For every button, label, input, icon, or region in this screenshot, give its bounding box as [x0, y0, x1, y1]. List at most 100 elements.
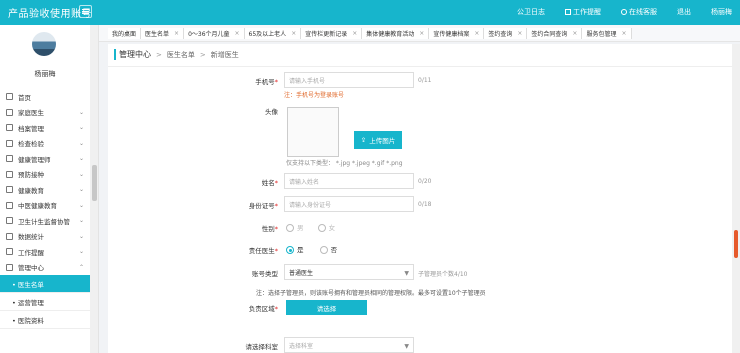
tab-service-package[interactable]: 服务包管理 ×	[582, 28, 632, 39]
sidebar-item-health-manager[interactable]: 健康管理师 ⌄	[0, 151, 90, 167]
top-nav-reminder[interactable]: 工作提醒	[565, 7, 601, 17]
breadcrumb-item[interactable]: 医生名单	[167, 50, 195, 60]
breadcrumb-root[interactable]: 管理中心	[119, 49, 151, 60]
tab-bulletin[interactable]: 宣传栏更新记录 ×	[301, 28, 363, 39]
top-nav-label: 工作提醒	[573, 8, 601, 16]
sidebar-item-test[interactable]: 检查检验 ⌄	[0, 136, 90, 152]
avatar-preview[interactable]	[287, 107, 339, 157]
close-icon[interactable]: ×	[291, 30, 296, 37]
close-icon[interactable]: ×	[621, 30, 626, 37]
region-select-button[interactable]: 请选择	[286, 300, 367, 315]
id-card-input[interactable]: 请输入身份证号	[284, 196, 414, 212]
gender-male-radio[interactable]: 男	[286, 224, 304, 232]
chevron-down-icon: ⌄	[78, 155, 84, 163]
top-nav-user[interactable]: 杨丽梅	[711, 7, 732, 17]
responsible-doctor-label-text: 责任医生	[248, 247, 275, 255]
id-card-counter: 0/18	[418, 201, 432, 208]
radio-icon	[317, 224, 326, 232]
tab-label: 65及以上老人	[248, 31, 287, 38]
close-icon[interactable]: ×	[419, 30, 424, 37]
content-scrollbar[interactable]	[732, 44, 740, 353]
top-nav-log[interactable]: 公卫日志	[517, 7, 545, 17]
top-nav: 公卫日志 工作提醒 在线客服 退出 杨丽梅	[497, 7, 732, 17]
tab-label: 宣传健康档案	[433, 31, 470, 38]
tab-desktop[interactable]: 我的桌面	[108, 28, 142, 39]
radio-label: 女	[328, 224, 336, 232]
avatar[interactable]	[32, 32, 56, 56]
education-icon	[6, 186, 13, 194]
sidebar-subitem-doctor-list[interactable]: • 医生名单	[0, 275, 90, 293]
breadcrumb-item-current: 新增医生	[210, 50, 239, 59]
settings-icon	[6, 263, 13, 271]
chevron-down-icon: ⌄	[78, 186, 84, 194]
phone-label-text: 手机号	[255, 78, 275, 86]
avatar-hint: 仅支持以下类型： *.jpg *.jpeg *.gif *.png	[286, 160, 403, 167]
tab-contract-query[interactable]: 签约查询 ×	[484, 28, 528, 39]
tab-elderly[interactable]: 65及以上老人 ×	[244, 28, 302, 39]
name-input[interactable]: 请输入姓名	[284, 173, 414, 189]
breadcrumb-separator: >	[156, 50, 162, 59]
close-icon[interactable]: ×	[174, 30, 179, 37]
account-type-value: 普通医生	[289, 269, 314, 277]
tab-contract-doc-query[interactable]: 签约合同查询 ×	[527, 28, 583, 39]
region-label: 负责区域*	[218, 303, 278, 313]
chevron-down-icon: ▼	[404, 343, 409, 350]
tab-label: 我的桌面	[112, 31, 137, 38]
tab-group-education[interactable]: 集体健康教育活动 ×	[362, 28, 430, 39]
gender-female-radio[interactable]: 女	[317, 224, 336, 232]
id-card-label: 身份证号*	[218, 200, 278, 210]
sidebar-item-management[interactable]: 管理中心 ⌃	[0, 260, 90, 276]
tab-label: 宣传栏更新记录	[305, 31, 348, 38]
tab-children[interactable]: 0～36个月儿童 ×	[184, 28, 245, 39]
sidebar-item-label: 预防接种	[18, 171, 44, 180]
account-type-select[interactable]: 普通医生 ▼	[284, 264, 414, 280]
phone-note: 注：手机号为登录账号	[284, 92, 345, 99]
sidebar-subitem-operation[interactable]: • 运营管理	[0, 293, 90, 311]
name-label: 姓名*	[218, 177, 278, 187]
chevron-down-icon: ⌄	[78, 170, 84, 178]
main-content: 管理中心 > 医生名单 > 新增医生 手机号* 请输入手机号 0/11 注：手机…	[108, 44, 732, 353]
responsible-yes-radio[interactable]: 是	[286, 246, 304, 254]
top-header: 产品验收使用账号 公卫日志 工作提醒 在线客服 退出 杨丽梅	[0, 0, 740, 25]
sidebar-item-stats[interactable]: 数据统计 ⌄	[0, 229, 90, 245]
tab-label: 医生名单	[145, 31, 170, 38]
sidebar-item-tcm[interactable]: 中医健康教育 ⌄	[0, 198, 90, 214]
close-icon[interactable]: ×	[352, 30, 357, 37]
radio-icon	[286, 224, 294, 232]
phone-input[interactable]: 请输入手机号	[284, 72, 414, 88]
tab-label: 签约查询	[488, 31, 513, 38]
tab-doctor-list[interactable]: 医生名单 ×	[141, 28, 185, 39]
close-icon[interactable]: ×	[572, 30, 577, 37]
top-nav-label: 公卫日志	[517, 8, 545, 16]
sidebar-item-archive[interactable]: 档案管理 ⌄	[0, 120, 90, 136]
sidebar-scrollbar-thumb[interactable]	[92, 165, 97, 201]
sidebar-scrollbar[interactable]	[90, 25, 98, 353]
test-icon	[6, 139, 13, 147]
menu-toggle-button[interactable]	[79, 5, 92, 18]
sidebar-item-label: 健康教育	[18, 186, 44, 195]
sidebar-subitem-hospital-info[interactable]: • 医院资料	[0, 311, 90, 329]
sidebar-nav: 首页 家庭医生 ⌄ 档案管理 ⌄ 检查检验 ⌄ 健康管理师 ⌄ 预防接种 ⌄ 健康教育 ⌄ …	[0, 89, 90, 329]
content-scrollbar-thumb[interactable]	[734, 230, 738, 258]
close-icon[interactable]: ×	[235, 30, 240, 37]
sidebar-item-education[interactable]: 健康教育 ⌄	[0, 182, 90, 198]
sidebar-item-supervise[interactable]: 卫生计生监督协管 ⌄	[0, 213, 90, 229]
top-nav-service[interactable]: 在线客服	[621, 7, 657, 17]
close-icon[interactable]: ×	[474, 30, 479, 37]
vaccine-icon	[6, 170, 13, 178]
sidebar-item-vaccine[interactable]: 预防接种 ⌄	[0, 167, 90, 183]
required-mark: *	[274, 179, 278, 187]
upload-image-button[interactable]: ⇪ 上传图片	[354, 131, 402, 149]
close-icon[interactable]: ×	[517, 30, 522, 37]
sidebar-item-reminder[interactable]: 工作提醒 ⌄	[0, 244, 90, 260]
top-nav-logout[interactable]: 退出	[677, 7, 691, 17]
responsible-doctor-radio-group: 是 否	[286, 244, 337, 254]
sidebar-item-label: 中医健康教育	[18, 202, 57, 211]
region-label-text: 负责区域	[248, 305, 275, 313]
tab-health-record[interactable]: 宣传健康档案 ×	[429, 28, 485, 39]
responsible-no-radio[interactable]: 否	[319, 246, 337, 254]
sidebar-item-family-doctor[interactable]: 家庭医生 ⌄	[0, 105, 90, 121]
divider	[108, 66, 732, 67]
sidebar-item-home[interactable]: 首页	[0, 89, 90, 105]
department-select[interactable]: 选择科室 ▼	[284, 337, 414, 353]
